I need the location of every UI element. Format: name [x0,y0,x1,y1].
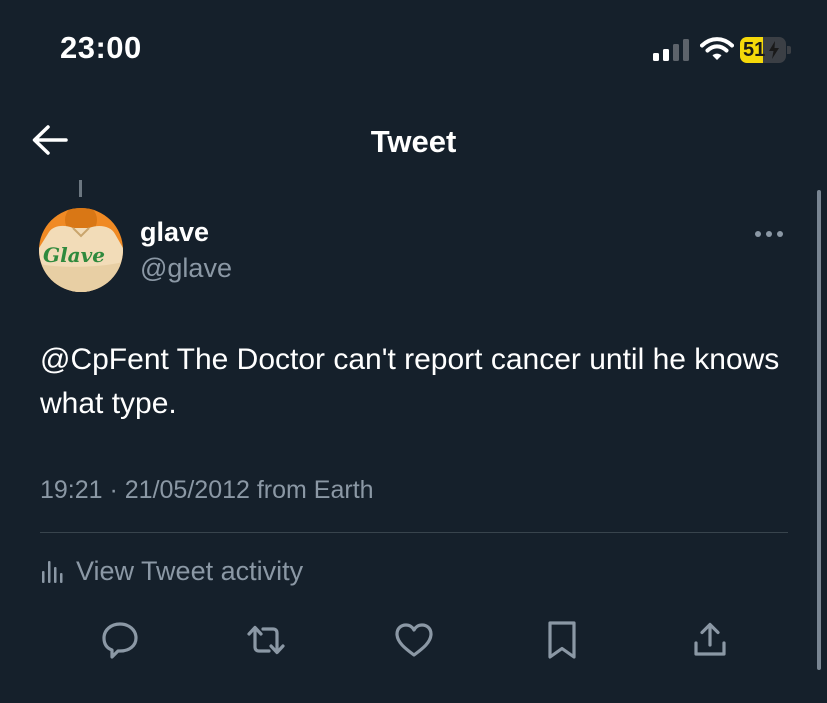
view-tweet-activity-link[interactable]: View Tweet activity [40,552,303,590]
activity-label: View Tweet activity [76,555,304,586]
signal-icon [653,39,689,61]
avatar[interactable]: Glave [39,208,123,292]
scrollbar[interactable] [817,190,821,670]
share-icon [694,622,726,656]
display-name[interactable]: glave [140,217,209,248]
like-button[interactable] [392,618,436,662]
reply-icon [102,622,138,659]
battery-icon: 51 [740,37,792,63]
battery-level: 51 [743,39,766,61]
page-title: Tweet [370,124,457,159]
user-handle[interactable]: @glave [140,253,232,284]
battery-tip [787,46,791,54]
more-dots-icon[interactable] [750,222,788,246]
bookmark-button[interactable] [540,618,584,662]
status-time: 23:00 [60,30,142,65]
analytics-icon [42,561,63,583]
charging-bolt-icon [769,41,779,59]
status-bar: 23:00 51 [0,0,827,100]
tweet-timestamp: 19:21 · 21/05/2012 from Earth [40,476,374,504]
reply-button[interactable] [98,618,142,662]
bookmark-icon [548,621,576,659]
nav-bar: Tweet [0,110,827,170]
retweet-button[interactable] [244,618,288,662]
heart-icon [395,623,433,657]
thread-line [79,180,82,197]
tweet-text: @CpFent The Doctor can't report cancer u… [40,343,780,420]
retweet-icon [247,625,285,655]
divider [40,532,788,533]
share-button[interactable] [688,618,732,662]
wifi-icon [700,37,734,60]
avatar-logo-text: Glave [43,243,105,267]
